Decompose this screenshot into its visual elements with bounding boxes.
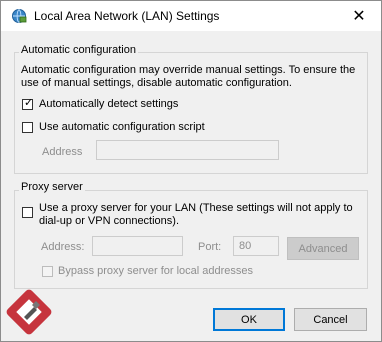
watermark-logo bbox=[6, 289, 52, 335]
title-bar: Local Area Network (LAN) Settings ✕ bbox=[1, 1, 381, 31]
proxy-port-label: Port: bbox=[198, 241, 222, 253]
close-icon: ✕ bbox=[352, 8, 366, 25]
proxy-address-label: Address: bbox=[41, 241, 85, 253]
auto-config-description-line2: use of manual settings, disable automati… bbox=[21, 77, 292, 89]
use-script-label[interactable]: Use automatic configuration script bbox=[39, 121, 205, 133]
checkmark-icon: ✓ bbox=[24, 97, 34, 109]
close-button[interactable]: ✕ bbox=[337, 1, 381, 31]
proxy-port-input[interactable]: 80 bbox=[233, 236, 279, 256]
auto-config-description-line1: Automatic configuration may override man… bbox=[21, 64, 356, 76]
lan-settings-dialog: Local Area Network (LAN) Settings ✕ Auto… bbox=[0, 0, 382, 342]
auto-config-description: Automatic configuration may override man… bbox=[21, 64, 355, 90]
advanced-button[interactable]: Advanced bbox=[287, 237, 359, 260]
script-address-label: Address bbox=[42, 146, 83, 158]
auto-detect-label[interactable]: Automatically detect settings bbox=[39, 98, 178, 110]
script-address-input[interactable] bbox=[96, 140, 279, 160]
use-proxy-label-line2: dial-up or VPN connections). bbox=[39, 215, 180, 227]
proxy-address-input[interactable] bbox=[92, 236, 183, 256]
bypass-local-checkbox[interactable] bbox=[42, 266, 53, 277]
auto-detect-checkbox[interactable]: ✓ bbox=[22, 97, 34, 110]
proxy-server-label: Proxy server bbox=[19, 181, 85, 193]
use-proxy-checkbox[interactable] bbox=[22, 207, 33, 218]
network-globe-icon bbox=[12, 9, 27, 23]
bypass-local-label[interactable]: Bypass proxy server for local addresses bbox=[58, 265, 253, 277]
cancel-button[interactable]: Cancel bbox=[294, 308, 367, 331]
ok-button[interactable]: OK bbox=[213, 308, 285, 331]
use-script-checkbox[interactable] bbox=[22, 122, 33, 133]
use-proxy-label[interactable]: Use a proxy server for your LAN (These s… bbox=[39, 202, 353, 228]
use-proxy-label-line1: Use a proxy server for your LAN (These s… bbox=[39, 202, 353, 214]
window-title: Local Area Network (LAN) Settings bbox=[34, 9, 220, 23]
automatic-configuration-label: Automatic configuration bbox=[19, 44, 138, 56]
